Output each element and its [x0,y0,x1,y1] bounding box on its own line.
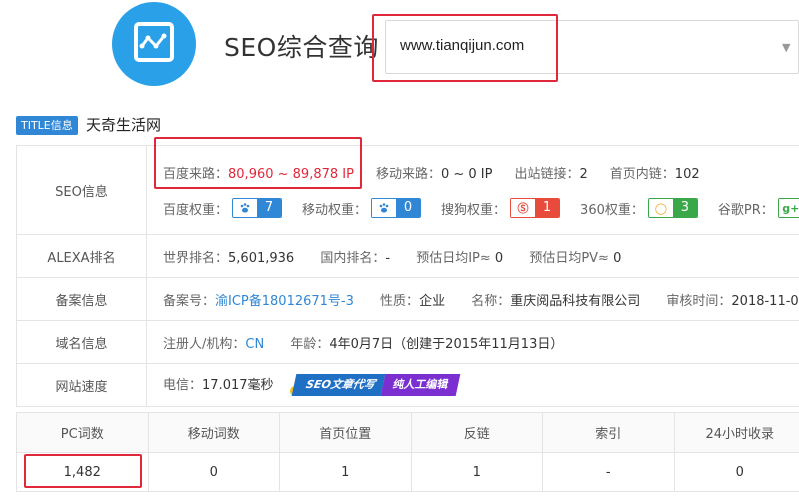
icp-nature-label: 性质： [380,293,420,309]
baidu-weight-label: 百度权重： [163,202,229,218]
baidu-paw-icon [372,199,397,217]
mobile-traffic-value: 0 ~ 0 IP [440,166,493,182]
stats-header-row: PC词数 移动词数 首页位置 反链 索引 24小时收录 [16,412,799,453]
seo-row: SEO信息 百度来路：80,960 ~ 89,878 IP 移动来路：0 ~ 0… [16,145,799,235]
speed-row: 网站速度 电信：17.017毫秒 SEO文章代写 纯人工编辑 [16,363,799,407]
stats-header-homepage-position: 首页位置 [279,412,412,453]
world-rank-value: 5,601,936 [228,250,295,266]
stats-header-index: 索引 [542,412,675,453]
360-o-icon: ◯ [648,199,673,217]
baidu-traffic-label: 百度来路： [163,166,229,182]
baidu-paw-icon [233,199,258,217]
stats-backlinks[interactable]: 1 [410,452,543,492]
mobile-weight-value: 0 [396,199,421,217]
speed-label: 网站速度 [16,363,147,407]
google-plus-icon: g+ [778,199,799,217]
mobile-traffic-label: 移动来路： [375,166,441,182]
outbound-links: 出站链接：2 [514,163,587,182]
sogou-weight[interactable]: 搜狗权重： Ⓢ 1 [441,198,561,218]
app-logo [112,2,196,86]
icp-number-link[interactable]: 渝ICP备18012671号-3 [215,294,354,309]
speed-values: 电信：17.017毫秒 SEO文章代写 纯人工编辑 [146,363,799,407]
stats-header-24h-indexed: 24小时收录 [673,412,799,453]
mobile-weight-label: 移动权重： [302,202,368,218]
daily-pv-value: 0 [613,250,622,266]
homepage-links-value: 102 [674,166,700,182]
google-pr[interactable]: 谷歌PR： g+ 0 [718,198,799,218]
homepage-links: 首页内链：102 [610,163,700,182]
seo-writing-ad-banner[interactable]: SEO文章代写 纯人工编辑 [289,374,461,397]
icp-name-value: 重庆阅品科技有限公司 [510,293,641,309]
page-title: SEO综合查询 [224,33,379,62]
baidu-weight[interactable]: 百度权重： 7 [163,198,283,218]
stats-index: - [542,452,675,492]
sogou-s-icon: Ⓢ [511,199,536,217]
stats-header-pc-words: PC词数 [16,412,149,453]
alexa-label: ALEXA排名 [16,234,147,278]
chevron-down-icon[interactable]: ▼ [782,41,790,54]
stats-pc-words[interactable]: 1,482 [16,452,149,492]
domestic-rank-label: 国内排名： [320,250,386,266]
alexa-row: ALEXA排名 世界排名：5,601,936 国内排名：- 预估日均IP≈ 0 … [16,234,799,278]
stats-24h-indexed[interactable]: 0 [673,452,799,492]
stats-value-row: 1,482 0 1 1 - 0 [16,452,799,492]
mobile-weight[interactable]: 移动权重： 0 [302,198,422,218]
keyword-stats-table: PC词数 移动词数 首页位置 反链 索引 24小时收录 1,482 0 1 1 … [16,412,799,492]
daily-pv-label: 预估日均PV≈ [529,250,609,266]
domain-select[interactable]: www.tianqijun.com ▼ [385,20,799,74]
registrant-link[interactable]: CN [245,337,264,352]
stats-homepage-position[interactable]: 1 [279,452,412,492]
registrant-label: 注册人/机构： [163,336,246,352]
chart-monitor-icon [134,22,174,62]
icp-nature-value: 企业 [419,293,446,309]
360-weight-value: 3 [672,199,697,217]
domain-select-value: www.tianqijun.com [400,37,525,54]
icp-row: 备案信息 备案号：渝ICP备18012671号-3 性质：企业 名称：重庆阅品科… [16,277,799,321]
baidu-traffic: 百度来路：80,960 ~ 89,878 IP [163,163,354,182]
stats-header-mobile-words: 移动词数 [147,412,280,453]
telecom-value: 17.017毫秒 [202,377,274,393]
sogou-weight-value: 1 [535,199,560,217]
icp-label: 备案信息 [16,277,147,321]
seo-values: 百度来路：80,960 ~ 89,878 IP 移动来路：0 ~ 0 IP 出站… [146,145,799,235]
mobile-traffic: 移动来路：0 ~ 0 IP [376,163,493,182]
icp-number-label: 备案号： [163,293,216,309]
icp-values: 备案号：渝ICP备18012671号-3 性质：企业 名称：重庆阅品科技有限公司… [146,277,799,321]
site-title: 天奇生活网 [86,116,162,134]
daily-ip-label: 预估日均IP≈ [416,250,491,266]
baidu-weight-value: 7 [257,199,282,217]
homepage-links-label: 首页内链： [609,166,675,182]
stats-header-backlinks: 反链 [410,412,543,453]
google-pr-label: 谷歌PR： [717,202,774,218]
whois-row: 域名信息 注册人/机构：CN 年龄：4年0月7日（创建于2015年11月13日） [16,320,799,364]
outbound-links-value: 2 [579,166,588,182]
domestic-rank-value: - [385,250,391,266]
title-info-badge: TITLE信息 [16,116,78,135]
seo-label: SEO信息 [16,145,147,235]
outbound-links-label: 出站链接： [514,166,580,182]
ad-text-primary: SEO文章代写 [291,374,385,397]
icp-review-value: 2018-11-05 [731,293,799,309]
sogou-weight-label: 搜狗权重： [441,202,507,218]
daily-ip-value: 0 [494,250,504,266]
360-weight[interactable]: 360权重： ◯ 3 [580,198,698,218]
icp-name-label: 名称： [471,293,511,309]
360-weight-label: 360权重： [580,202,644,218]
domain-age-value: 4年0月7日（创建于2015年11月13日） [329,336,564,352]
seo-info-table: SEO信息 百度来路：80,960 ~ 89,878 IP 移动来路：0 ~ 0… [16,145,799,407]
telecom-label: 电信： [163,377,203,393]
ad-text-secondary: 纯人工编辑 [381,374,461,397]
icp-review-label: 审核时间： [666,293,732,309]
whois-label: 域名信息 [16,320,147,364]
whois-values: 注册人/机构：CN 年龄：4年0月7日（创建于2015年11月13日） [146,320,799,364]
world-rank-label: 世界排名： [163,250,229,266]
domain-age-label: 年龄： [290,336,330,352]
stats-mobile-words[interactable]: 0 [147,452,280,492]
baidu-traffic-value: 80,960 ~ 89,878 IP [228,166,354,182]
alexa-values: 世界排名：5,601,936 国内排名：- 预估日均IP≈ 0 预估日均PV≈ … [146,234,799,278]
